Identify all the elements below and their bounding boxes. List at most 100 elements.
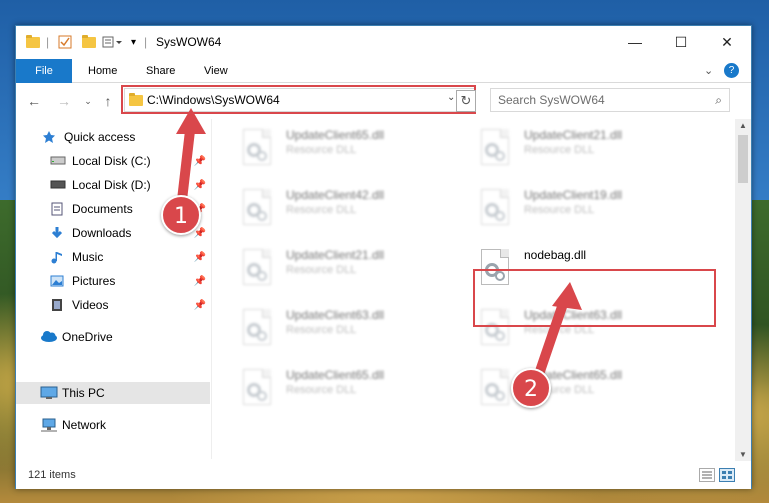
sidebar-item-label: Local Disk (D:): [72, 178, 151, 192]
list-item[interactable]: UpdateClient65.dll Resource DLL: [213, 125, 433, 173]
computer-icon: [40, 386, 58, 400]
file-explorer-window: | ▾ | SysWOW64 — ☐ ✕ File Home Share Vie…: [15, 25, 752, 489]
file-name: UpdateClient19.dll: [524, 188, 623, 202]
drive-icon: [50, 154, 66, 168]
help-icon[interactable]: ?: [724, 63, 739, 78]
forward-arrow-icon[interactable]: →: [54, 91, 74, 111]
search-placeholder: Search SysWOW64: [498, 93, 605, 107]
dll-file-icon: [243, 189, 277, 229]
list-item[interactable]: UpdateClient63.dll Resource DLL: [213, 305, 433, 353]
address-row: ← → ⌄ ↑ C:\Windows\SysWOW64 ⌄ ↻ Search S…: [16, 84, 751, 118]
dropdown-arrow-icon[interactable]: ▾: [131, 34, 136, 50]
sidebar-item-this-pc[interactable]: This PC: [16, 382, 210, 404]
sidebar-item-label: Quick access: [64, 130, 136, 144]
navigation-pane: Quick access Local Disk (C:) 📌 Local Dis…: [16, 119, 212, 459]
sidebar-item-pictures[interactable]: Pictures 📌: [16, 270, 210, 292]
dll-file-icon: [243, 129, 277, 169]
dll-file-icon: [243, 369, 277, 409]
sidebar-item-quick-access[interactable]: Quick access: [16, 126, 210, 148]
sidebar-item-music[interactable]: Music 📌: [16, 246, 210, 268]
file-type: Resource DLL: [286, 204, 357, 216]
dll-file-icon: [243, 309, 277, 349]
sidebar-item-label: This PC: [62, 386, 105, 400]
pin-icon: 📌: [193, 275, 206, 287]
recent-locations-icon[interactable]: ⌄: [78, 91, 98, 111]
sidebar-item-label: Pictures: [72, 274, 116, 288]
dll-file-icon: [481, 369, 515, 409]
chevron-down-icon[interactable]: ⌄: [704, 64, 713, 77]
videos-icon: [50, 298, 66, 312]
maximize-button[interactable]: ☐: [658, 26, 704, 58]
list-item[interactable]: UpdateClient65.dll Resource DLL: [451, 365, 671, 413]
minimize-button[interactable]: —: [612, 26, 658, 58]
pin-icon: 📌: [193, 299, 206, 311]
dll-file-icon: [243, 249, 277, 289]
nodebag-highlight: [473, 269, 716, 327]
pin-icon: 📌: [193, 251, 206, 263]
sidebar-item-label: Local Disk (C:): [72, 154, 151, 168]
file-name: UpdateClient21.dll: [286, 248, 385, 262]
folder-icon: [26, 34, 40, 50]
tab-view[interactable]: View: [194, 59, 238, 83]
up-arrow-icon[interactable]: ↑: [98, 91, 118, 111]
dll-file-icon: [481, 189, 515, 229]
sidebar-item-label: Network: [62, 418, 107, 432]
tiles-view-icon[interactable]: [719, 468, 735, 482]
tab-share[interactable]: Share: [136, 59, 185, 83]
file-type: Resource DLL: [286, 324, 357, 336]
downloads-icon: [50, 226, 66, 240]
drive-icon: [50, 178, 66, 192]
sidebar-item-label: Music: [72, 250, 104, 264]
pin-icon: 📌: [193, 227, 206, 239]
refresh-icon[interactable]: ↻: [456, 90, 476, 112]
customize-quick-access-icon[interactable]: [102, 34, 124, 50]
list-item[interactable]: UpdateClient42.dll Resource DLL: [213, 185, 433, 233]
details-view-icon[interactable]: [699, 468, 715, 482]
music-icon: [50, 250, 66, 264]
vertical-scrollbar[interactable]: ▲ ▼: [735, 119, 751, 461]
search-input[interactable]: Search SysWOW64 ⌕: [490, 88, 730, 112]
sidebar-item-label: Videos: [72, 298, 109, 312]
sidebar-item-label: Documents: [72, 202, 133, 216]
properties-icon[interactable]: [58, 34, 72, 50]
scroll-up-icon[interactable]: ▲: [735, 121, 751, 130]
network-icon: [40, 418, 57, 432]
file-type: Resource DLL: [524, 144, 595, 156]
list-item[interactable]: UpdateClient21.dll Resource DLL: [213, 245, 433, 293]
separator: |: [46, 35, 50, 49]
sidebar-item-videos[interactable]: Videos 📌: [16, 294, 210, 316]
list-item[interactable]: UpdateClient21.dll Resource DLL: [451, 125, 671, 173]
separator: |: [144, 35, 148, 49]
scroll-down-icon[interactable]: ▼: [735, 450, 751, 459]
sidebar-item-local-disk-c[interactable]: Local Disk (C:) 📌: [16, 150, 210, 172]
scrollbar-thumb[interactable]: [738, 135, 748, 183]
file-name: nodebag.dll: [524, 248, 587, 262]
tab-home[interactable]: Home: [78, 59, 127, 83]
list-item[interactable]: UpdateClient19.dll Resource DLL: [451, 185, 671, 233]
step-1-badge: 1: [161, 195, 201, 235]
new-folder-icon[interactable]: [82, 34, 96, 50]
address-highlight: [121, 85, 476, 114]
documents-icon: [50, 202, 66, 216]
sidebar-item-local-disk-d[interactable]: Local Disk (D:) 📌: [16, 174, 210, 196]
cloud-icon: [40, 330, 57, 344]
dll-file-icon: [481, 129, 515, 169]
sidebar-item-label: Downloads: [72, 226, 132, 240]
list-item[interactable]: UpdateClient65.dll Resource DLL: [213, 365, 433, 413]
back-arrow-icon[interactable]: ←: [24, 91, 44, 111]
title-bar: | ▾ | SysWOW64 — ☐ ✕: [16, 26, 751, 59]
ribbon-tabs: File Home Share View ⌄ ?: [16, 59, 751, 83]
file-type: Resource DLL: [524, 204, 595, 216]
sidebar-item-onedrive[interactable]: OneDrive: [16, 326, 210, 348]
status-bar: 121 items: [16, 462, 751, 489]
tab-file[interactable]: File: [16, 59, 72, 83]
sidebar-item-label: OneDrive: [62, 330, 113, 344]
pin-icon: 📌: [193, 179, 206, 191]
search-icon[interactable]: ⌕: [715, 93, 722, 108]
file-name: UpdateClient65.dll: [286, 368, 385, 382]
file-name: UpdateClient42.dll: [286, 188, 385, 202]
sidebar-item-network[interactable]: Network: [16, 414, 210, 436]
step-2-badge: 2: [511, 368, 551, 408]
close-button[interactable]: ✕: [704, 26, 750, 58]
file-name: UpdateClient65.dll: [286, 128, 385, 142]
